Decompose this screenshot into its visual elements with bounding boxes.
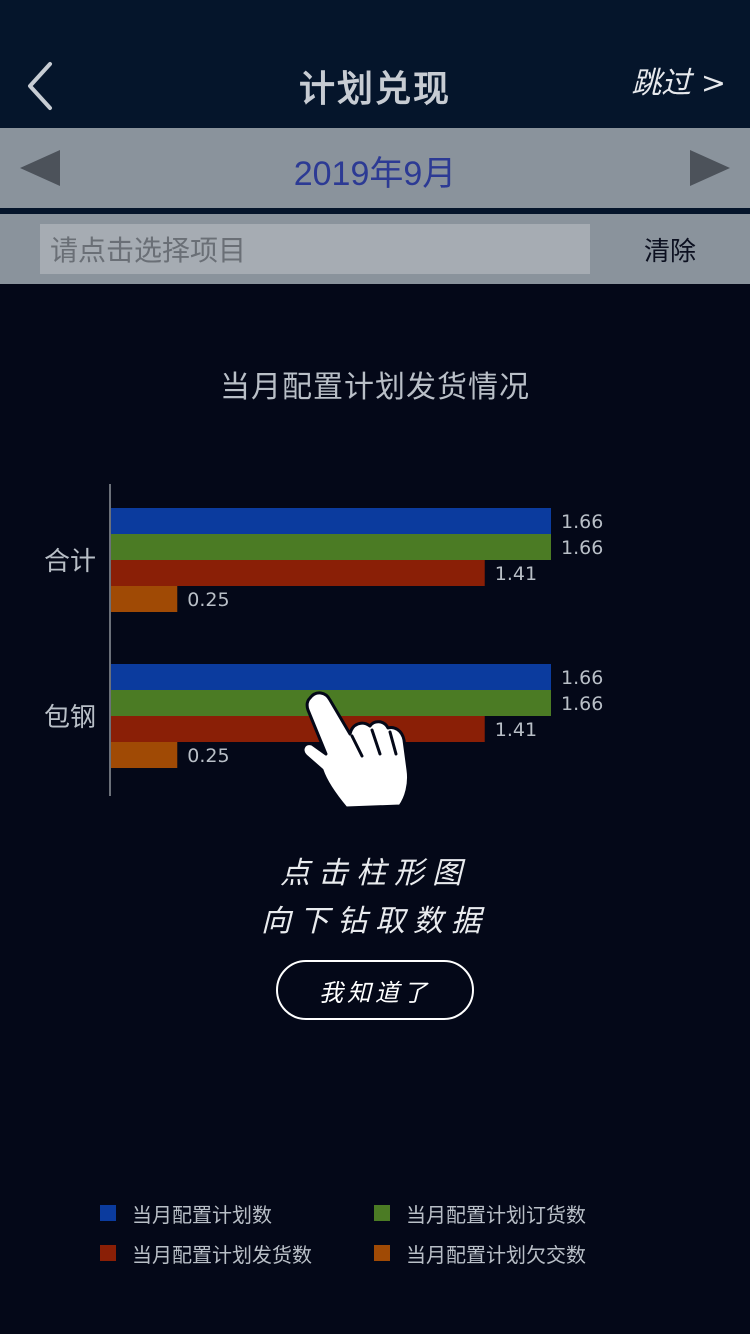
bar[interactable] — [111, 560, 485, 586]
bar[interactable] — [111, 586, 178, 612]
legend-label: 当月配置计划发货数 — [132, 1242, 312, 1267]
month-label: 2019年9月 — [293, 155, 457, 193]
bar-value-label: 1.66 — [561, 693, 603, 715]
hint-line-1: 点击柱形图 — [280, 856, 470, 891]
legend-label: 当月配置计划数 — [132, 1202, 272, 1227]
month-selector: 2019年9月 — [0, 128, 750, 208]
bar[interactable] — [111, 742, 178, 768]
bar[interactable] — [111, 508, 551, 534]
navigation-bar: 计划兑现 跳过 > — [0, 0, 750, 128]
legend-label: 当月配置计划欠交数 — [406, 1242, 586, 1267]
legend-label: 当月配置计划订货数 — [406, 1202, 586, 1227]
legend-item[interactable]: 当月配置计划订货数 — [374, 1196, 586, 1230]
got-it-button[interactable]: 我知道了 — [276, 960, 474, 1020]
legend-swatch — [374, 1205, 390, 1221]
triangle-right-icon[interactable] — [688, 148, 732, 188]
legend-item[interactable]: 当月配置计划发货数 — [100, 1236, 312, 1270]
project-select-input[interactable]: 请点击选择项目 — [40, 224, 590, 274]
chart-title: 当月配置计划发货情况 — [220, 370, 530, 405]
bar-value-label: 1.66 — [561, 511, 603, 533]
bar-value-label: 1.41 — [495, 719, 537, 741]
bar-value-label: 1.41 — [495, 563, 537, 585]
category-label: 包钢 — [44, 703, 96, 733]
legend-item[interactable]: 当月配置计划欠交数 — [374, 1236, 586, 1270]
bar[interactable] — [111, 534, 551, 560]
project-filter-bar: 请点击选择项目 清除 — [0, 214, 750, 284]
legend-swatch — [100, 1205, 116, 1221]
legend-item[interactable]: 当月配置计划数 — [100, 1196, 272, 1230]
legend-swatch — [100, 1245, 116, 1261]
skip-button[interactable]: 跳过 > — [631, 58, 726, 102]
hint-line-2: 向下钻取数据 — [261, 904, 489, 939]
bar-value-label: 0.25 — [187, 745, 229, 767]
category-label: 合计 — [44, 547, 96, 577]
clear-button[interactable]: 清除 — [610, 224, 730, 274]
legend-swatch — [374, 1245, 390, 1261]
bar-value-label: 0.25 — [187, 589, 229, 611]
pointing-hand-icon — [301, 691, 410, 810]
bar-value-label: 1.66 — [561, 537, 603, 559]
bar-value-label: 1.66 — [561, 667, 603, 689]
